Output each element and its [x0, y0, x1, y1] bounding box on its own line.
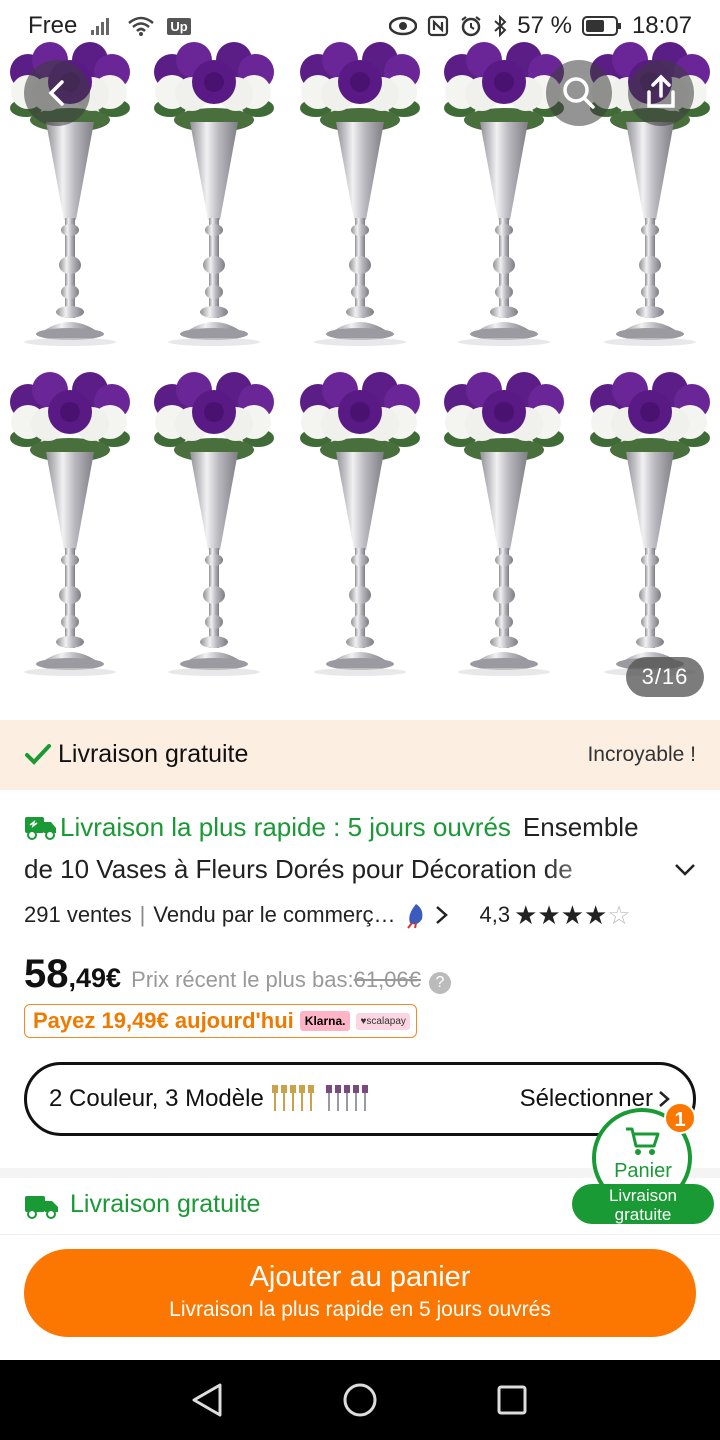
nfc-icon	[428, 15, 449, 37]
shipping-label: Livraison gratuite	[70, 1190, 261, 1218]
klarna-logo: Klarna.	[299, 1011, 351, 1031]
help-icon[interactable]: ?	[428, 972, 451, 994]
back-button[interactable]	[24, 60, 90, 126]
home-nav-icon[interactable]	[342, 1382, 378, 1418]
cart-icon	[626, 1127, 660, 1155]
status-bar: Free Up 57 % 18:07	[0, 0, 720, 50]
search-button[interactable]	[546, 60, 612, 126]
chevron-right-icon[interactable]	[433, 904, 451, 926]
system-nav-bar	[0, 1360, 720, 1440]
rating-stars: ★★★★☆	[514, 900, 631, 931]
search-icon	[563, 77, 595, 109]
banner-label: Livraison gratuite	[58, 740, 249, 768]
banner-tagline: Incroyable !	[587, 743, 696, 766]
check-icon	[25, 744, 51, 765]
chevron-left-icon	[48, 80, 64, 106]
vase-image	[586, 360, 714, 680]
add-to-cart-sub: Livraison la plus rapide en 5 jours ouvr…	[169, 1298, 551, 1321]
recent-low-label: Prix récent le plus bas:	[131, 967, 354, 992]
image-counter: 3/16	[626, 657, 704, 697]
rating-value: 4,3	[479, 902, 511, 927]
battery-percent: 57 %	[517, 12, 572, 39]
truck-icon	[25, 817, 56, 840]
truck-icon	[25, 1196, 58, 1219]
title-part1: Ensemble	[522, 812, 639, 842]
star-icon: ★	[537, 899, 561, 930]
add-to-cart-label: Ajouter au panier	[249, 1261, 471, 1293]
cart-sub1: Livraison	[608, 1186, 678, 1205]
chevron-down-icon[interactable]	[674, 862, 696, 878]
star-icon: ★	[514, 899, 538, 930]
price-main: 58	[24, 952, 69, 996]
wifi-icon	[128, 16, 155, 36]
star-icon: ★	[560, 899, 584, 930]
vase-image	[6, 360, 134, 680]
free-delivery-banner: Livraison gratuite Incroyable !	[0, 720, 720, 790]
recent-low-value: 61,06€	[353, 967, 421, 992]
clock: 18:07	[631, 12, 692, 39]
bluetooth-icon	[494, 14, 507, 38]
vase-image	[150, 30, 278, 350]
star-half-icon: ☆	[607, 899, 631, 930]
vase-image	[150, 360, 278, 680]
vase-image	[296, 360, 424, 680]
product-image-gallery[interactable]: 3/16	[0, 0, 720, 712]
cart-count-badge: 1	[664, 1102, 696, 1134]
scalapay-logo: ♥scalapay	[356, 1012, 410, 1030]
klarna-offer-text: Payez 19,49€ aujourd'hui	[33, 1008, 294, 1033]
price-cents: ,49€	[68, 963, 122, 993]
share-icon	[647, 74, 675, 108]
up-badge: Up	[167, 17, 191, 35]
product-meta: 291 ventes | Vendu par le commerç… 4,3 ★…	[24, 899, 631, 931]
variant-thumbnail-gold	[271, 1085, 314, 1111]
carrier-name: Free	[28, 12, 78, 39]
floating-cart[interactable]: Panier Livraison gratuite 1	[572, 1102, 714, 1226]
vase-image	[440, 360, 568, 680]
battery-icon	[581, 16, 621, 36]
fast-delivery-label: Livraison la plus rapide : 5 jours ouvré…	[60, 812, 511, 842]
alarm-icon	[461, 16, 481, 37]
seller-logo-icon	[407, 904, 423, 929]
eye-icon	[389, 16, 418, 36]
recents-nav-icon[interactable]	[496, 1384, 528, 1416]
sales-count: 291 ventes	[24, 902, 132, 927]
bottom-action-bar: Ajouter au panier Livraison la plus rapi…	[0, 1234, 720, 1360]
klarna-offer[interactable]: Payez 19,49€ aujourd'hui Klarna. ♥scalap…	[24, 1004, 417, 1038]
vase-image	[296, 30, 424, 350]
price-row: 58 ,49€ Prix récent le plus bas: 61,06€ …	[24, 952, 451, 998]
variant-thumbnail-silver	[325, 1085, 368, 1111]
product-title[interactable]: Livraison la plus rapide : 5 jours ouvré…	[24, 806, 704, 890]
star-icon: ★	[584, 899, 608, 930]
cart-label: Panier	[614, 1160, 672, 1182]
variant-summary: 2 Couleur, 3 Modèle	[49, 1085, 264, 1112]
seller-link[interactable]: Vendu par le commerç…	[153, 902, 395, 928]
add-to-cart-button[interactable]: Ajouter au panier Livraison la plus rapi…	[24, 1249, 696, 1337]
title-part2: de 10 Vases à Fleurs Dorés pour Décorati…	[24, 854, 573, 884]
back-nav-icon[interactable]	[190, 1382, 224, 1418]
cart-free-delivery: Livraison gratuite	[572, 1184, 714, 1224]
cart-sub2: gratuite	[614, 1205, 672, 1224]
signal-icon	[91, 18, 110, 35]
share-button[interactable]	[628, 60, 694, 126]
